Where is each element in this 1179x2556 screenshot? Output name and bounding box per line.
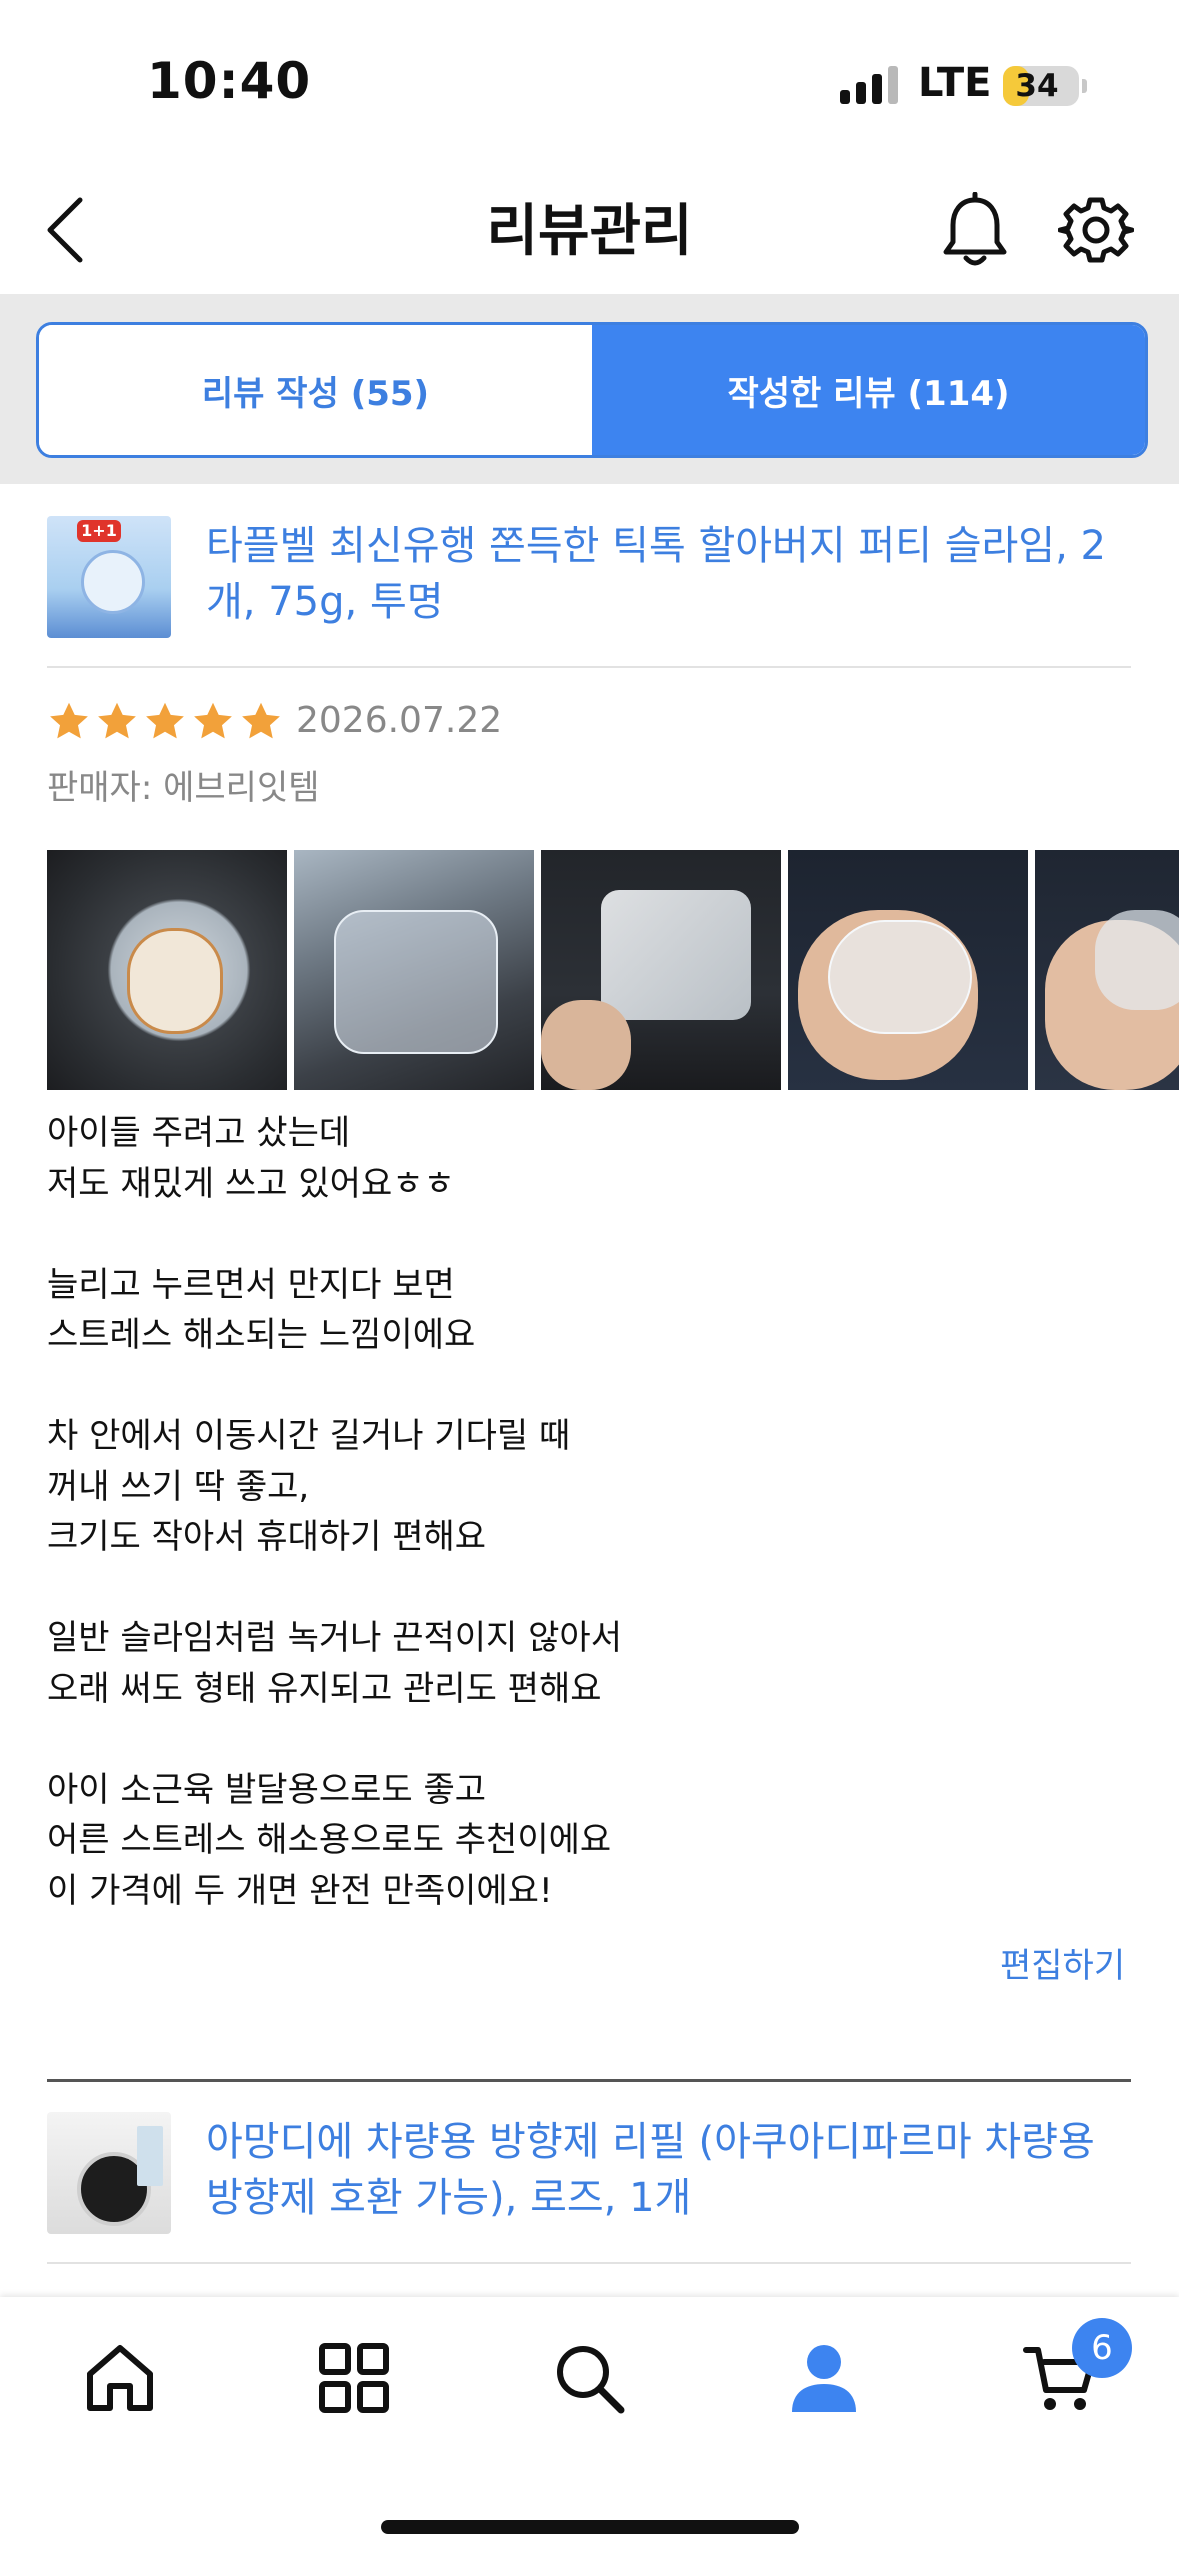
star-icon [242, 702, 280, 739]
review-photo[interactable] [788, 850, 1028, 1090]
review-photo[interactable] [47, 850, 287, 1090]
home-icon[interactable] [82, 2340, 158, 2416]
search-icon[interactable] [551, 2340, 627, 2416]
star-icon [98, 702, 136, 739]
review-tabs: 리뷰 작성 (55) 작성한 리뷰 (114) [36, 322, 1148, 458]
status-time: 10:40 [147, 52, 312, 110]
star-rating [47, 700, 283, 744]
review-text: 아이들 주려고 샀는데 저도 재밌게 쓰고 있어요ㅎㅎ 늘리고 누르면서 만지다… [47, 1113, 622, 1911]
tab-write-review[interactable]: 리뷰 작성 (55) [39, 325, 592, 455]
review-photos [47, 850, 1179, 1090]
star-icon [146, 702, 184, 739]
review-photo[interactable] [541, 850, 781, 1090]
seller-name: 판매자: 에브리잇템 [47, 768, 320, 808]
home-indicator [381, 2520, 799, 2534]
product-title[interactable]: 아망디에 차량용 방향제 리필 (아쿠아디파르마 차량용 방향제 호환 가능),… [206, 2114, 1136, 2226]
battery-icon: 34 [1003, 66, 1087, 106]
cart-count-badge: 6 [1072, 2318, 1132, 2378]
my-page-icon[interactable] [786, 2340, 862, 2416]
bundle-badge: 1+1 [77, 520, 121, 542]
product-title[interactable]: 타플벨 최신유행 쫀득한 틱톡 할아버지 퍼티 슬라임, 2개, 75g, 투명 [206, 518, 1136, 630]
edit-review-link[interactable]: 편집하기 [1000, 1938, 1125, 1987]
bottom-nav [0, 2297, 1179, 2556]
review-photo[interactable] [294, 850, 534, 1090]
signal-strength-icon [840, 66, 898, 104]
star-icon [50, 702, 88, 739]
tab-written-reviews[interactable]: 작성한 리뷰 (114) [592, 325, 1145, 455]
bell-icon[interactable] [940, 192, 1010, 270]
review-separator [47, 2079, 1131, 2082]
review-photo[interactable] [1035, 850, 1179, 1090]
product-thumbnail[interactable] [47, 2112, 171, 2234]
battery-level: 34 [1015, 68, 1059, 104]
star-icon [194, 702, 232, 739]
gear-icon[interactable] [1058, 192, 1134, 268]
divider [47, 666, 1131, 668]
categories-icon[interactable] [316, 2340, 392, 2416]
review-date: 2026.07.22 [296, 700, 503, 741]
network-type: LTE [918, 60, 992, 106]
divider [47, 2262, 1131, 2264]
product-thumbnail[interactable]: 1+1 [47, 516, 171, 638]
